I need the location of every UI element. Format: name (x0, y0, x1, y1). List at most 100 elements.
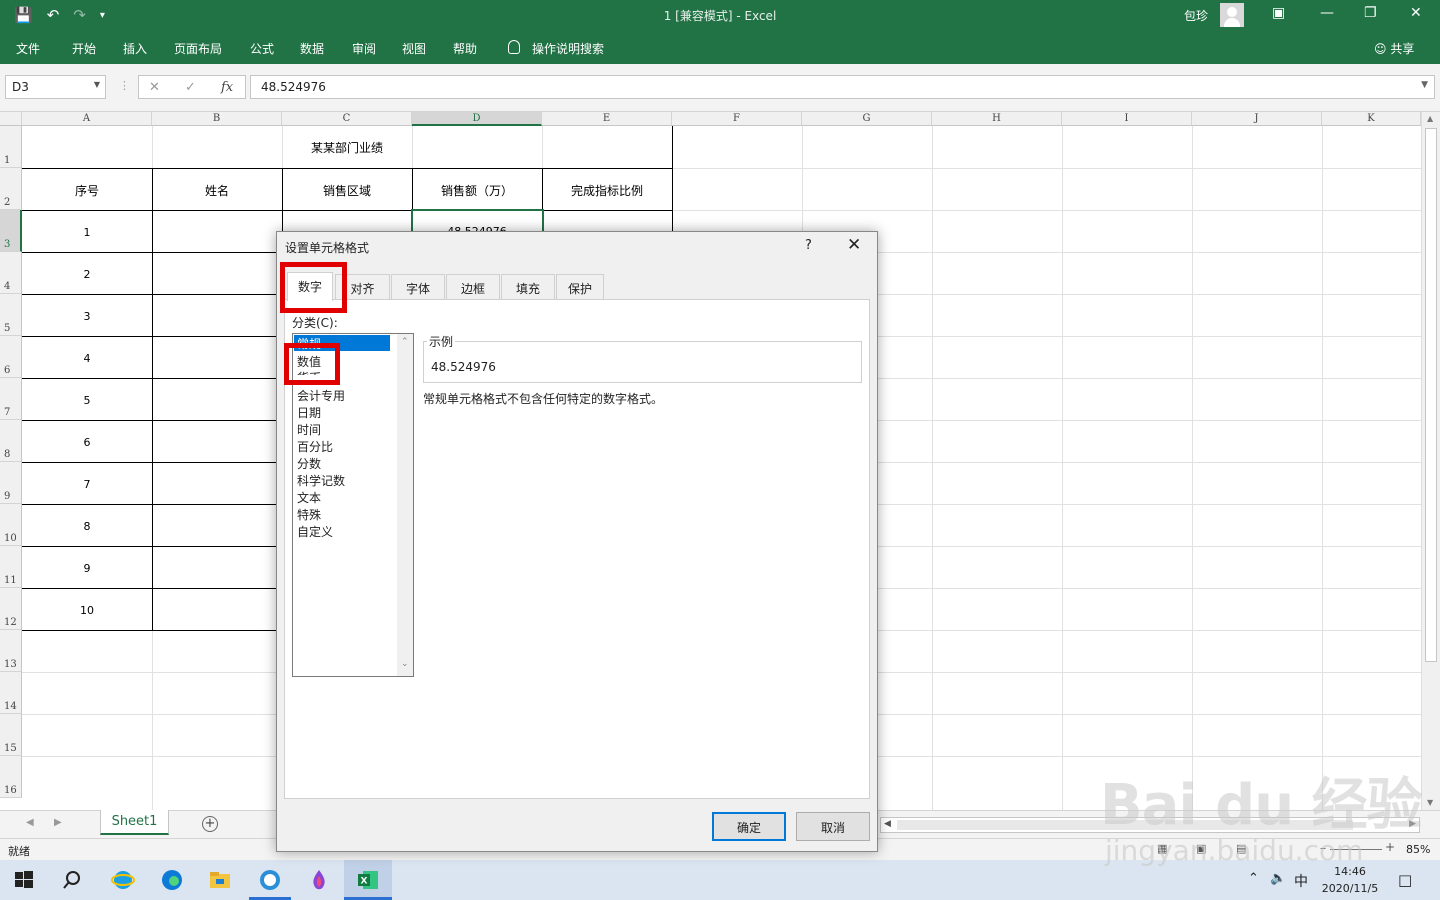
ime-indicator[interactable]: 中 (1294, 871, 1308, 891)
row-header[interactable]: 13 (0, 630, 22, 672)
row-header[interactable]: 3 (0, 210, 22, 252)
next-sheet-icon[interactable]: ▶ (54, 817, 62, 828)
select-all-corner[interactable] (0, 112, 22, 126)
column-header-d[interactable]: D (412, 112, 542, 126)
ribbon-display-icon[interactable]: ▣ (1272, 5, 1285, 21)
serial-cell[interactable]: 3 (22, 310, 152, 323)
serial-cell[interactable]: 7 (22, 478, 152, 491)
column-header-f[interactable]: F (672, 112, 802, 126)
category-item-special[interactable]: 特殊 (297, 506, 393, 523)
scroll-up-icon[interactable]: ▲ (1427, 114, 1433, 123)
internet-explorer-icon[interactable] (111, 868, 135, 892)
category-item-date[interactable]: 日期 (297, 404, 393, 421)
notification-icon[interactable]: □ (1398, 871, 1412, 889)
serial-cell[interactable]: 9 (22, 562, 152, 575)
tab-view[interactable]: 视图 (402, 40, 426, 57)
row-header[interactable]: 11 (0, 546, 22, 588)
insert-function-icon[interactable]: fx (221, 80, 233, 95)
category-item-fraction[interactable]: 分数 (297, 455, 393, 472)
confirm-entry-icon[interactable]: ✓ (185, 80, 196, 95)
photo-app-icon[interactable] (258, 868, 282, 892)
cancel-button[interactable]: 取消 (796, 812, 870, 841)
category-item-percentage[interactable]: 百分比 (297, 438, 393, 455)
row-header[interactable]: 2 (0, 168, 22, 210)
add-sheet-icon[interactable]: + (202, 816, 218, 832)
scroll-thumb[interactable] (1425, 128, 1437, 662)
category-item-scientific[interactable]: 科学记数 (297, 472, 393, 489)
row-header[interactable]: 1 (0, 126, 22, 168)
tab-home[interactable]: 开始 (72, 40, 96, 57)
row-header[interactable]: 9 (0, 462, 22, 504)
windows-start-icon[interactable] (12, 868, 36, 892)
tab-help[interactable]: 帮助 (453, 40, 477, 57)
sheet-tab-sheet1[interactable]: Sheet1 (100, 810, 169, 835)
zoom-level[interactable]: 85% (1406, 843, 1430, 856)
clock[interactable]: 14:46 2020/11/5 (1320, 863, 1380, 897)
column-header-g[interactable]: G (802, 112, 932, 126)
row-header[interactable]: 15 (0, 714, 22, 756)
avatar[interactable] (1220, 3, 1244, 27)
tab-review[interactable]: 审阅 (352, 40, 376, 57)
ok-button[interactable]: 确定 (712, 812, 786, 841)
zoom-in-icon[interactable]: + (1385, 840, 1395, 854)
category-item-time[interactable]: 时间 (297, 421, 393, 438)
volume-icon[interactable]: 🔈 (1270, 871, 1286, 886)
scroll-down-icon[interactable]: ▼ (1427, 798, 1433, 807)
restore-icon[interactable]: ❐ (1364, 5, 1377, 21)
category-item-text[interactable]: 文本 (297, 489, 393, 506)
column-header-j[interactable]: J (1192, 112, 1322, 126)
category-item-accounting[interactable]: 会计专用 (297, 387, 393, 404)
tab-data[interactable]: 数据 (300, 40, 324, 57)
tab-border[interactable]: 边框 (446, 274, 500, 300)
serial-cell[interactable]: 4 (22, 352, 152, 365)
serial-cell[interactable]: 5 (22, 394, 152, 407)
column-header-c[interactable]: C (282, 112, 412, 126)
edge-icon[interactable] (160, 868, 184, 892)
paint-icon[interactable] (307, 868, 331, 892)
tab-number[interactable]: 数字 (287, 272, 333, 301)
column-header-i[interactable]: I (1062, 112, 1192, 126)
tab-insert[interactable]: 插入 (123, 40, 147, 57)
scroll-left-icon[interactable]: ◀ (884, 819, 891, 829)
name-box[interactable]: D3 ▼ (5, 75, 106, 99)
minimize-icon[interactable]: — (1320, 5, 1334, 21)
formula-input[interactable]: 48.524976 ▼ (250, 75, 1435, 99)
share-button[interactable]: ☺ 共享 (1374, 40, 1414, 57)
column-header-e[interactable]: E (542, 112, 672, 126)
row-header[interactable]: 16 (0, 756, 22, 798)
header-sales[interactable]: 销售额（万） (412, 182, 542, 199)
serial-cell[interactable]: 8 (22, 520, 152, 533)
help-button[interactable]: ? (805, 238, 812, 253)
row-header[interactable]: 5 (0, 294, 22, 336)
tab-page-layout[interactable]: 页面布局 (174, 40, 222, 57)
category-item-custom[interactable]: 自定义 (297, 523, 393, 540)
splitter-icon[interactable]: ⋮ (119, 79, 130, 92)
header-region[interactable]: 销售区域 (282, 182, 412, 199)
category-scrollbar[interactable]: ⌃ ⌄ (397, 334, 413, 676)
row-header[interactable]: 4 (0, 252, 22, 294)
expand-formula-icon[interactable]: ▼ (1421, 80, 1428, 90)
search-icon[interactable] (60, 868, 84, 892)
header-name[interactable]: 姓名 (152, 182, 282, 199)
row-header[interactable]: 12 (0, 588, 22, 630)
close-window-icon[interactable]: ✕ (1410, 5, 1422, 21)
header-completion[interactable]: 完成指标比例 (542, 182, 672, 199)
user-name[interactable]: 包珍 (1184, 7, 1208, 24)
close-dialog-icon[interactable]: ✕ (847, 235, 861, 255)
row-header[interactable]: 6 (0, 336, 22, 378)
column-header-k[interactable]: K (1322, 112, 1421, 126)
row-header[interactable]: 8 (0, 420, 22, 462)
tab-fill[interactable]: 填充 (501, 274, 555, 300)
chevron-up-icon[interactable]: ⌃ (401, 337, 409, 347)
column-header-h[interactable]: H (932, 112, 1062, 126)
chevron-down-icon[interactable]: ▼ (94, 80, 100, 89)
tab-file[interactable]: 文件 (16, 40, 40, 57)
serial-cell[interactable]: 6 (22, 436, 152, 449)
tell-me-search[interactable]: 操作说明搜索 (532, 40, 604, 57)
table-title[interactable]: 某某部门业绩 (22, 139, 672, 156)
row-header[interactable]: 14 (0, 672, 22, 714)
tray-chevron-icon[interactable]: ⌃ (1248, 871, 1259, 886)
column-header-b[interactable]: B (152, 112, 282, 126)
serial-cell[interactable]: 10 (22, 604, 152, 617)
prev-sheet-icon[interactable]: ◀ (26, 817, 34, 828)
